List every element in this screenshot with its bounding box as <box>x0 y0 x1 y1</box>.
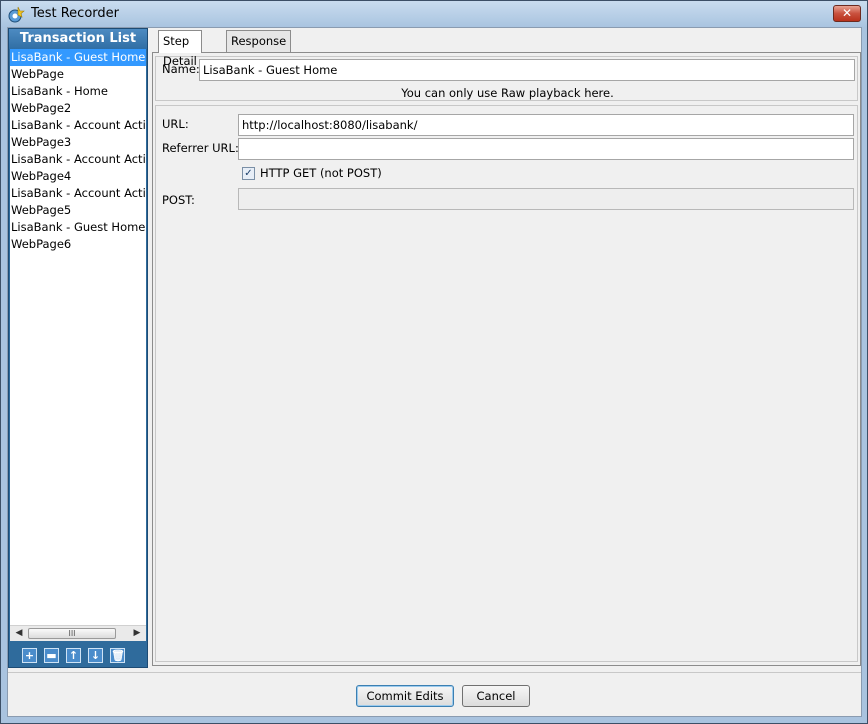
list-item[interactable]: WebPage4 <box>10 168 146 185</box>
name-field[interactable]: LisaBank - Guest Home <box>199 59 855 81</box>
request-detail-section: URL: http://localhost:8080/lisabank/ Ref… <box>155 105 858 662</box>
remove-button[interactable]: ▬ <box>44 648 59 663</box>
scroll-left-icon[interactable]: ◀ <box>12 626 26 641</box>
checkmark-icon: ✓ <box>244 168 253 179</box>
scrollbar-grip: III <box>68 629 76 638</box>
list-item[interactable]: LisaBank - Account Activity <box>10 151 146 168</box>
list-item[interactable]: WebPage <box>10 66 146 83</box>
step-detail-panel: Name: LisaBank - Guest Home You can only… <box>152 52 861 666</box>
list-item[interactable]: WebPage6 <box>10 236 146 253</box>
cancel-button[interactable]: Cancel <box>462 685 530 707</box>
tab-response[interactable]: Response <box>226 30 292 52</box>
transaction-list-header: Transaction List <box>9 29 147 49</box>
window-title: Test Recorder <box>31 6 119 21</box>
close-button[interactable]: ✕ <box>833 5 861 22</box>
tab-step-detail[interactable]: Step Detail <box>158 30 202 68</box>
transaction-list-panel: Transaction List LisaBank - Guest Home We… <box>8 28 148 668</box>
button-bar: Commit Edits Cancel <box>8 672 861 716</box>
list-item[interactable]: WebPage5 <box>10 202 146 219</box>
name-section: Name: LisaBank - Guest Home You can only… <box>155 56 858 101</box>
move-down-button[interactable]: ↓ <box>88 648 103 663</box>
url-field[interactable]: http://localhost:8080/lisabank/ <box>238 114 854 136</box>
client-area: Transaction List LisaBank - Guest Home We… <box>7 27 862 717</box>
add-icon: + <box>24 649 35 662</box>
playback-notice: You can only use Raw playback here. <box>401 86 614 100</box>
list-item[interactable]: LisaBank - Account Activity <box>10 185 146 202</box>
post-field[interactable] <box>238 188 854 210</box>
title-bar[interactable]: Test Recorder ✕ <box>1 1 867 27</box>
test-recorder-window: Test Recorder ✕ Transaction List LisaBan… <box>0 0 868 724</box>
transaction-list[interactable]: LisaBank - Guest Home WebPage LisaBank - H… <box>10 49 146 625</box>
scroll-right-icon[interactable]: ▶ <box>130 626 144 641</box>
delete-button[interactable]: 🗑 <box>110 648 125 663</box>
referrer-url-field[interactable] <box>238 138 854 160</box>
list-item[interactable]: LisaBank - Account Activity <box>10 117 146 134</box>
referrer-url-label: Referrer URL: <box>162 141 239 155</box>
scrollbar-thumb[interactable]: III <box>28 628 116 639</box>
url-label: URL: <box>162 117 189 131</box>
move-up-icon: ↑ <box>68 649 79 662</box>
list-item[interactable]: LisaBank - Home <box>10 83 146 100</box>
move-up-button[interactable]: ↑ <box>66 648 81 663</box>
list-item[interactable]: WebPage3 <box>10 134 146 151</box>
move-down-icon: ↓ <box>90 649 101 662</box>
horizontal-scrollbar[interactable]: ◀ III ▶ <box>10 625 146 641</box>
add-button[interactable]: + <box>22 648 37 663</box>
list-toolbar: + ▬ ↑ ↓ 🗑 <box>9 643 147 667</box>
delete-icon: 🗑 <box>111 649 125 662</box>
http-get-checkbox[interactable]: ✓ <box>242 167 255 180</box>
recorder-app-icon <box>8 6 25 23</box>
close-icon: ✕ <box>841 6 853 20</box>
remove-icon: ▬ <box>46 649 57 662</box>
post-label: POST: <box>162 193 195 207</box>
list-item[interactable]: WebPage2 <box>10 100 146 117</box>
list-item[interactable]: LisaBank - Guest Home <box>10 49 146 66</box>
http-get-label: HTTP GET (not POST) <box>260 166 382 180</box>
list-item[interactable]: LisaBank - Guest Home2 <box>10 219 146 236</box>
commit-edits-button[interactable]: Commit Edits <box>356 685 454 707</box>
